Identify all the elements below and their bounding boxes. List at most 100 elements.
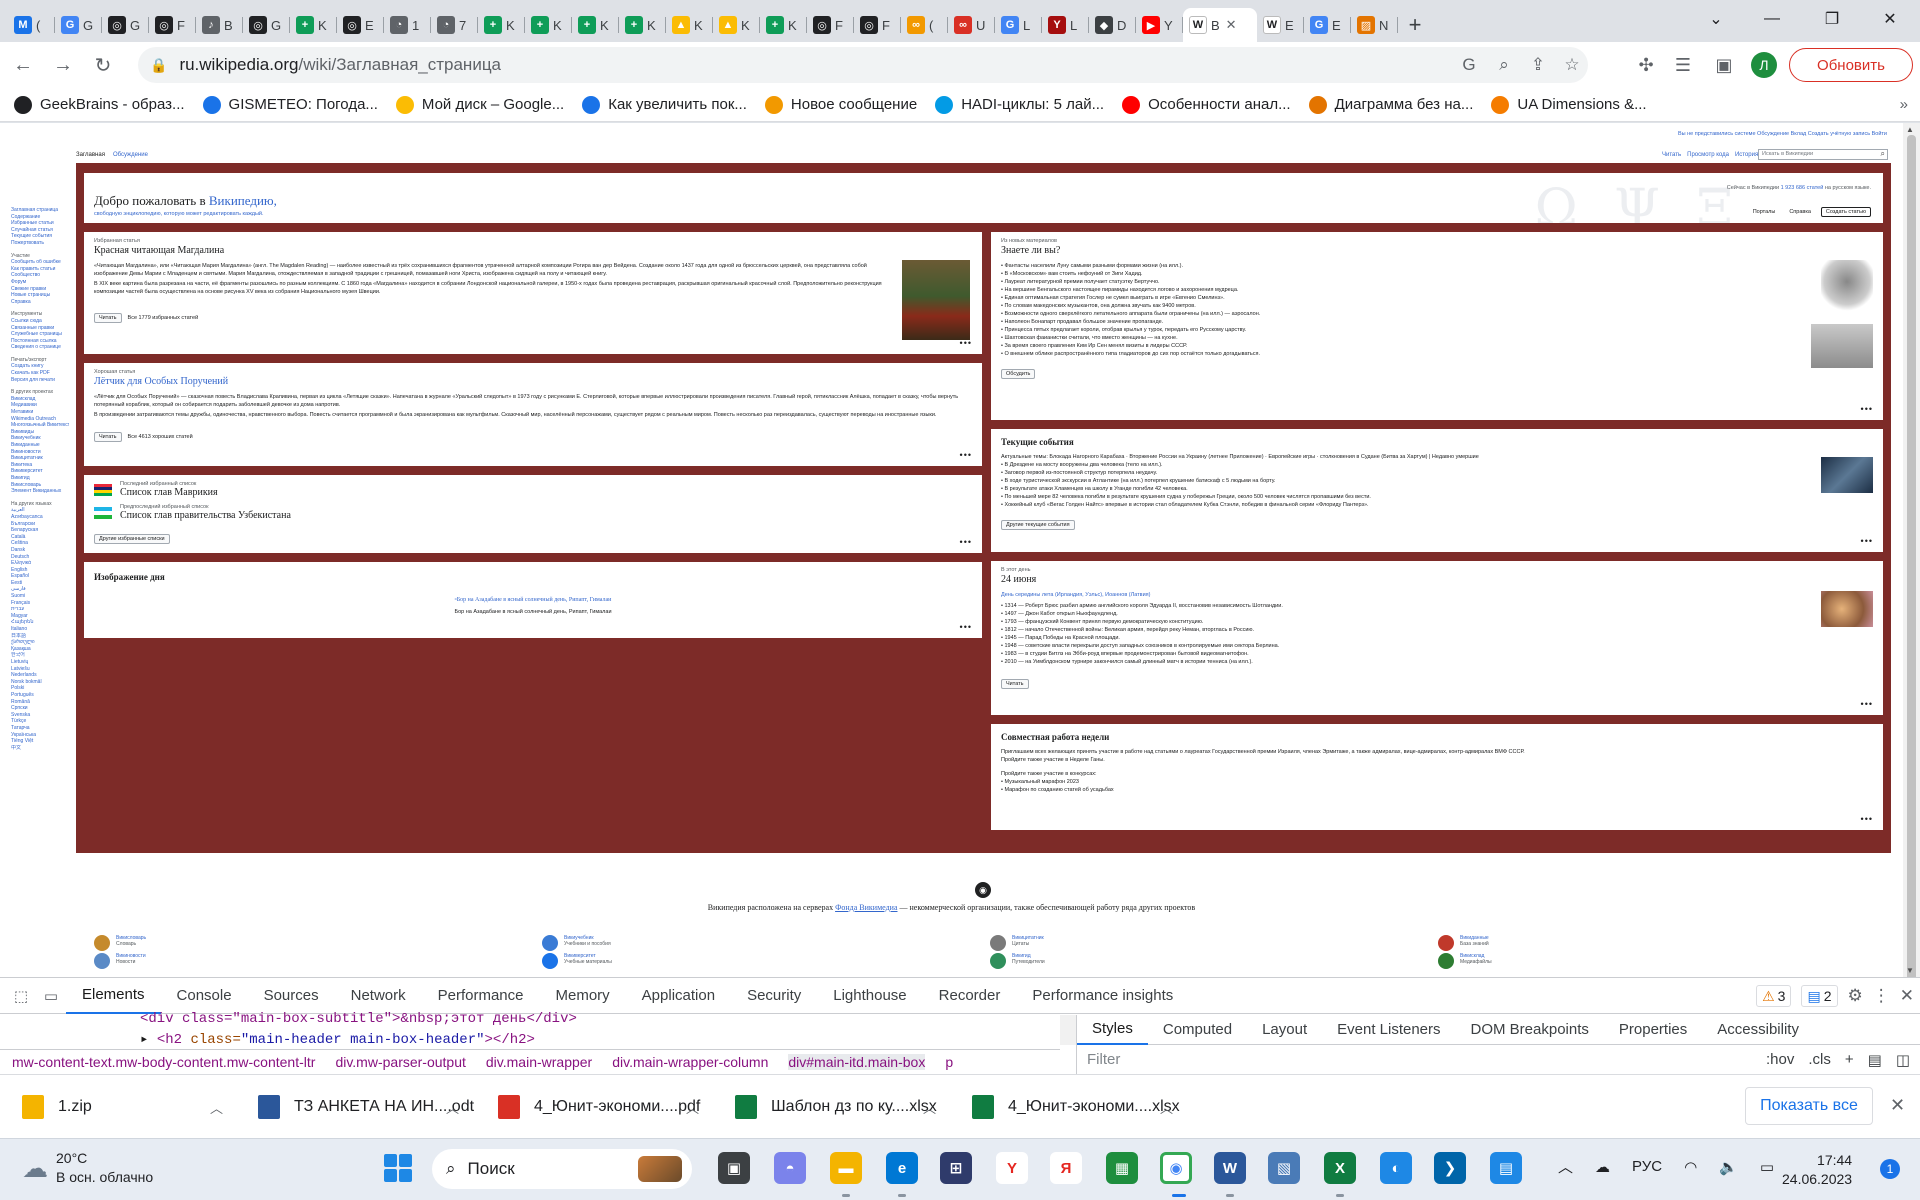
download-chevron-icon[interactable]: ︿: [1160, 1098, 1173, 1117]
sidebar-link[interactable]: Română: [11, 699, 69, 706]
sidebar-link[interactable]: Викиучебник: [11, 435, 69, 442]
bookmark-star-icon[interactable]: ☆: [1556, 47, 1588, 83]
breadcrumb-item[interactable]: div.main-wrapper: [486, 1054, 592, 1070]
download-item-2[interactable]: 4_Юнит-экономи....pdf ︿: [498, 1075, 718, 1139]
new-tab-button[interactable]: +: [1398, 8, 1432, 42]
tab-14[interactable]: ▲ K: [666, 8, 713, 42]
wiki-personal-tools[interactable]: Вы не представились системе Обсуждение В…: [1678, 131, 1887, 137]
sidebar-link[interactable]: Новые страницы: [11, 292, 69, 299]
devtools-tab-3[interactable]: Network: [335, 978, 422, 1014]
devtools-tab-2[interactable]: Sources: [248, 978, 335, 1014]
sidebar-link[interactable]: Dansk: [11, 547, 69, 554]
tab-17[interactable]: ◎ F: [807, 8, 854, 42]
tab-23[interactable]: ◆ D: [1089, 8, 1136, 42]
tab-24[interactable]: ▶ Y: [1136, 8, 1183, 42]
sidebar-link[interactable]: Português: [11, 692, 69, 699]
sidebar-link[interactable]: Norsk bokmål: [11, 679, 69, 686]
create-article-button[interactable]: Создать статью: [1820, 207, 1871, 217]
otd-subtitle[interactable]: День середины лета (Ирландия, Уэльс), Ио…: [1001, 591, 1873, 599]
close-devtools-icon[interactable]: ✕: [1900, 986, 1914, 1006]
styles-tab-1[interactable]: Computed: [1148, 1015, 1247, 1045]
sidebar-link[interactable]: Français: [11, 600, 69, 607]
news-more-button[interactable]: Другие текущие события: [1001, 520, 1075, 530]
sidebar-link[interactable]: Español: [11, 573, 69, 580]
wiki-action-tab-1[interactable]: Просмотр кода: [1687, 152, 1729, 158]
more-options-icon[interactable]: ⋮: [1873, 986, 1890, 1006]
tab-26[interactable]: WE: [1257, 8, 1304, 42]
task-view-icon[interactable]: ▣: [718, 1152, 750, 1184]
potd-image-alt[interactable]: ▫Бор на Азадабане в ясный солнечный день…: [94, 588, 972, 606]
dyk-image-1[interactable]: [1821, 260, 1873, 314]
lists-more-icon[interactable]: •••: [960, 537, 972, 547]
sidebar-link[interactable]: Deutsch: [11, 554, 69, 561]
chrome-icon[interactable]: ◉: [1160, 1152, 1192, 1184]
notepad-icon[interactable]: ▤: [1490, 1152, 1522, 1184]
sidebar-link[interactable]: Türkçe: [11, 718, 69, 725]
sister-project-6[interactable]: Викиданные База знаний: [1438, 935, 1489, 951]
sister-project-3[interactable]: Викиверситет Учебные материалы: [542, 953, 612, 969]
good-read-button[interactable]: Читать: [94, 432, 122, 442]
sidebar-link[interactable]: Заглавная страница: [11, 207, 69, 214]
sidebar-link[interactable]: Форум: [11, 279, 69, 286]
device-toolbar-icon[interactable]: ▭: [36, 981, 66, 1011]
class-toggle[interactable]: .cls: [1808, 1051, 1831, 1069]
bookmark-4[interactable]: Новое сообщение: [764, 95, 917, 114]
sidebar-link[interactable]: Викиверситет: [11, 468, 69, 475]
sidebar-link[interactable]: English: [11, 567, 69, 574]
sidebar-link[interactable]: Справка: [11, 299, 69, 306]
new-rule-icon[interactable]: +: [1845, 1051, 1854, 1069]
footer-link[interactable]: Фонда Викимедиа: [835, 903, 897, 912]
styles-tab-5[interactable]: Properties: [1604, 1015, 1702, 1045]
otd-more-icon[interactable]: •••: [1861, 699, 1873, 709]
bookmark-5[interactable]: HADI-циклы: 5 лай...: [935, 95, 1104, 114]
sidebar-link[interactable]: العربية: [11, 507, 69, 514]
sister-project-7[interactable]: Викисклад Медиафайлы: [1438, 953, 1492, 969]
scroll-down-arrow-icon[interactable]: ▼: [1906, 966, 1914, 975]
sidebar-link[interactable]: 日本語: [11, 633, 69, 640]
sister-project-4[interactable]: Викицитатник Цитаты: [990, 935, 1044, 951]
styles-tab-3[interactable]: Event Listeners: [1322, 1015, 1455, 1045]
sidebar-link[interactable]: עברית: [11, 606, 69, 613]
dom-scrollbar[interactable]: [1060, 1015, 1076, 1045]
bookmark-2[interactable]: Мой диск – Google...: [395, 95, 564, 114]
download-chevron-icon[interactable]: ︿: [686, 1098, 699, 1117]
forward-button[interactable]: →: [46, 48, 80, 82]
sidebar-link[interactable]: Викисловарь: [11, 482, 69, 489]
wiki-search-input[interactable]: Искать в Википедии: [1758, 149, 1888, 160]
file-explorer-icon[interactable]: ▬: [830, 1152, 862, 1184]
breadcrumb-item[interactable]: div.mw-parser-output: [335, 1054, 465, 1070]
wiki-ns-tab-1[interactable]: Обсуждение: [113, 152, 148, 158]
restore-button[interactable]: ❐: [1808, 0, 1856, 38]
sidebar-link[interactable]: Викиданные: [11, 442, 69, 449]
tab-1[interactable]: GG: [55, 8, 102, 42]
sidebar-link[interactable]: Свежие правки: [11, 286, 69, 293]
sidebar-link[interactable]: Версия для печати: [11, 377, 69, 384]
tab-5[interactable]: ◎ G: [243, 8, 290, 42]
tab-27[interactable]: GE: [1304, 8, 1351, 42]
sister-project-1[interactable]: Викиновости Новости: [94, 953, 146, 969]
list-title-2[interactable]: Список глав правительства Узбекистана: [120, 510, 291, 521]
tab-16[interactable]: + K: [760, 8, 807, 42]
list-title-1[interactable]: Список глав Маврикия: [120, 487, 218, 498]
address-bar[interactable]: 🔒 ru.wikipedia.org/wiki/Заглавная_страни…: [138, 47, 1588, 83]
sidebar-link[interactable]: Текущие события: [11, 233, 69, 240]
download-item-3[interactable]: Шаблон дз по ку....xlsx ︿: [735, 1075, 955, 1139]
excel-icon[interactable]: X: [1324, 1152, 1356, 1184]
word-icon[interactable]: W: [1214, 1152, 1246, 1184]
tab-20[interactable]: ∞ U: [948, 8, 995, 42]
sidebar-link[interactable]: Викитека: [11, 462, 69, 469]
tab-7[interactable]: ◎ E: [337, 8, 384, 42]
taskbar-search[interactable]: ⌕ Поиск: [432, 1149, 692, 1189]
tab-10[interactable]: + K: [478, 8, 525, 42]
otd-read-button[interactable]: Читать: [1001, 679, 1029, 689]
tab-12[interactable]: + K: [572, 8, 619, 42]
onedrive-icon[interactable]: ☁: [1595, 1158, 1610, 1176]
input-language[interactable]: РУС: [1632, 1158, 1662, 1175]
sidebar-link[interactable]: Служебные страницы: [11, 331, 69, 338]
featured-all-link[interactable]: Все 1779 избранных статей: [128, 315, 199, 321]
news-image[interactable]: [1821, 457, 1873, 493]
otd-image[interactable]: [1821, 591, 1873, 627]
bookmark-8[interactable]: UA Dimensions &...: [1491, 95, 1647, 114]
tab-11[interactable]: + K: [525, 8, 572, 42]
sister-project-5[interactable]: Викигид Путеводители: [990, 953, 1045, 969]
